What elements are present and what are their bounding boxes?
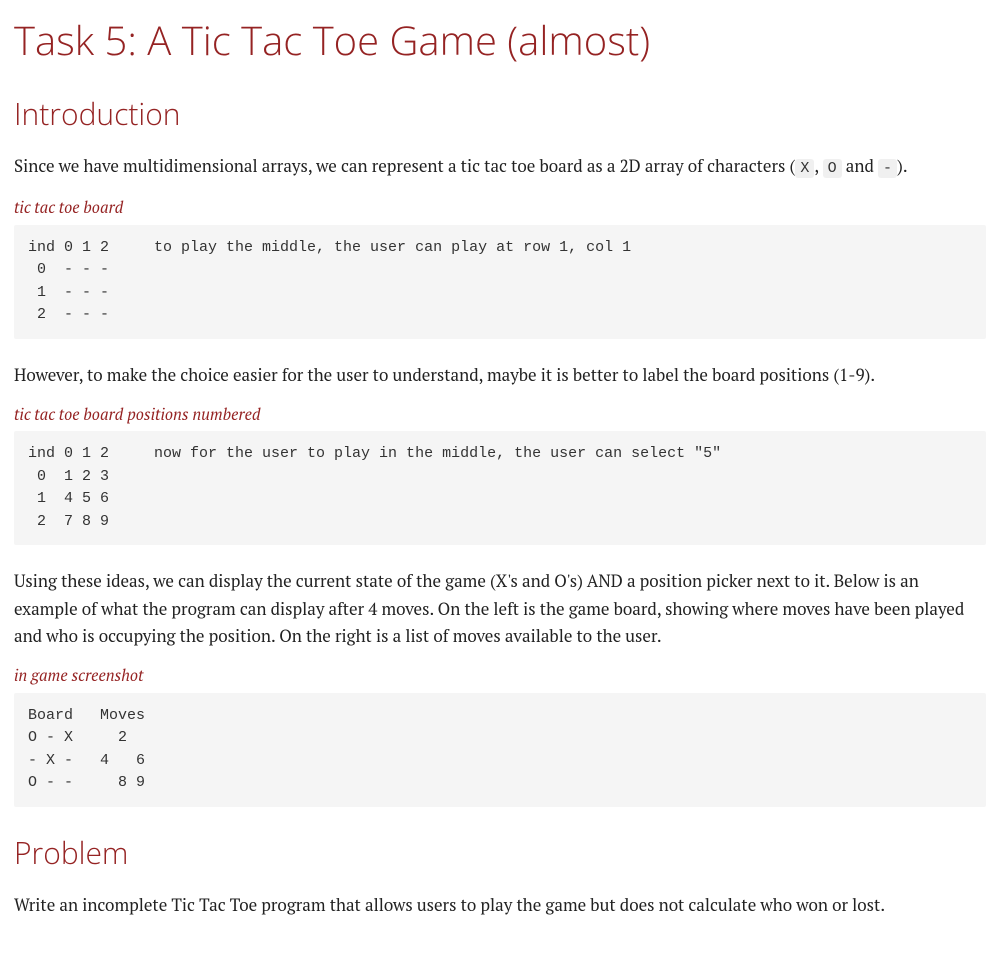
intro-paragraph-2: However, to make the choice easier for t…: [14, 361, 986, 388]
listing-caption-board: tic tac toe board: [14, 195, 986, 221]
inline-code-x: X: [795, 159, 814, 178]
section-heading-problem: Problem: [14, 829, 986, 877]
text-fragment: ,: [814, 154, 822, 177]
code-block-board: ind 0 1 2 to play the middle, the user c…: [14, 225, 986, 339]
inline-code-dash: -: [878, 159, 897, 178]
intro-paragraph-3: Using these ideas, we can display the cu…: [14, 567, 986, 649]
code-block-ingame: Board Moves O - X 2 - X - 4 6 O - - 8 9: [14, 693, 986, 807]
intro-paragraph-1: Since we have multidimensional arrays, w…: [14, 152, 986, 181]
listing-caption-ingame: in game screenshot: [14, 663, 986, 689]
inline-code-o: O: [823, 159, 842, 178]
page-title: Task 5: A Tic Tac Toe Game (almost): [14, 14, 986, 66]
text-fragment: and: [842, 154, 878, 177]
listing-caption-positions: tic tac toe board positions numbered: [14, 402, 986, 428]
text-fragment: Since we have multidimensional arrays, w…: [14, 154, 795, 177]
section-heading-introduction: Introduction: [14, 90, 986, 138]
text-fragment: ).: [897, 154, 908, 177]
code-block-positions: ind 0 1 2 now for the user to play in th…: [14, 431, 986, 545]
